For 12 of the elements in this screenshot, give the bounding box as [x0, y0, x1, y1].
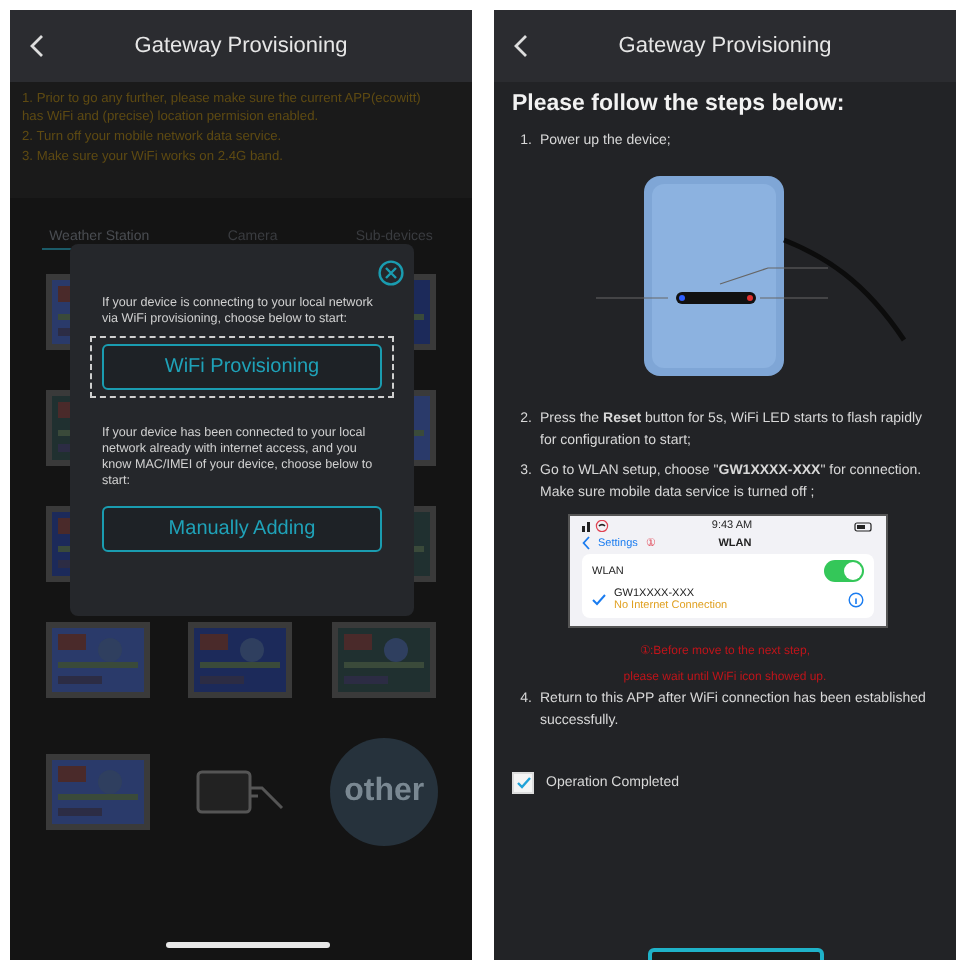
- wifi-provisioning-button[interactable]: WiFi Provisioning: [102, 344, 382, 390]
- info-icon[interactable]: [848, 592, 864, 608]
- checkbox[interactable]: [512, 772, 534, 794]
- steps-heading: Please follow the steps below:: [512, 92, 847, 116]
- close-icon[interactable]: [378, 260, 404, 286]
- other-button[interactable]: other: [330, 738, 439, 846]
- screen-title: Gateway Provisioning: [134, 34, 348, 58]
- manual-add-button[interactable]: Manually Adding: [102, 506, 382, 552]
- screen-title: Gateway Provisioning: [618, 34, 832, 58]
- wlan-toggle[interactable]: [824, 560, 864, 582]
- gateway-icon[interactable]: [194, 768, 287, 816]
- battery-icon: [854, 521, 874, 531]
